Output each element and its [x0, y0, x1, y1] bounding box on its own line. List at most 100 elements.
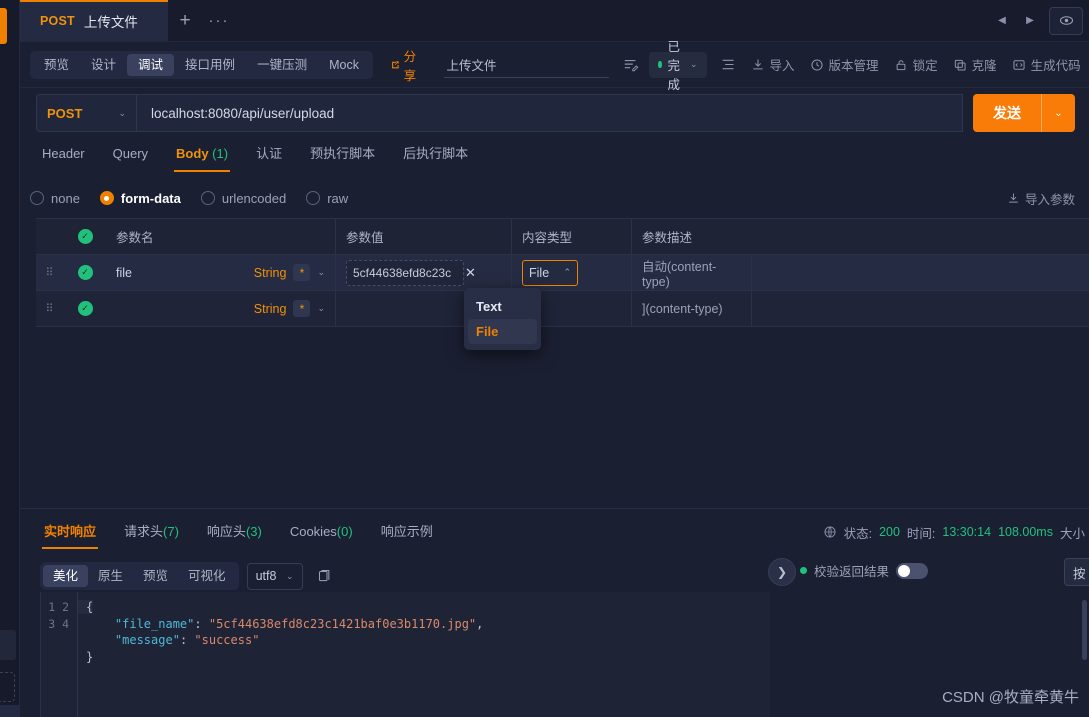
radio-raw[interactable]: raw [306, 191, 348, 206]
press-test-button[interactable]: 按 [1064, 558, 1089, 586]
tab-upload-file[interactable]: POST 上传文件 [20, 0, 168, 41]
copy-response-button[interactable] [317, 569, 332, 584]
nav-prev-button[interactable]: ◀ [990, 6, 1014, 36]
share-label: 分享 [403, 49, 417, 83]
list-view-button[interactable] [721, 57, 736, 72]
url-input[interactable] [149, 104, 950, 122]
chevron-down-icon[interactable]: ⌄ [317, 267, 325, 278]
import-button[interactable]: 导入 [751, 55, 795, 74]
radio-circle-selected-icon [99, 191, 114, 205]
share-button[interactable]: 分享 [391, 46, 421, 84]
format-visualize[interactable]: 可视化 [178, 565, 236, 587]
verify-response-control: 校验返回结果 [800, 561, 929, 580]
tab-pre-script[interactable]: 预执行脚本 [298, 140, 387, 168]
format-preview[interactable]: 预览 [133, 565, 178, 587]
format-raw[interactable]: 原生 [88, 565, 133, 587]
request-url-row: POST ⌄ 发送 ⌄ [36, 94, 1075, 132]
row-data-type: String [253, 301, 287, 316]
row-enabled-checkbox[interactable]: ✓ [77, 265, 93, 280]
response-code-editor[interactable]: 1 2 3 4 { "file_name": "5cf44638efd8c23c… [40, 592, 770, 717]
generate-code-button[interactable]: 生成代码 [1012, 55, 1081, 74]
row-param-name-cell[interactable]: file String * ⌄ [106, 255, 336, 290]
send-options-button[interactable]: ⌄ [1041, 94, 1075, 132]
tab-bar: POST 上传文件 + ··· ◀ ▶ [20, 0, 1089, 42]
seg-preview[interactable]: 预览 [33, 54, 80, 76]
send-button-group[interactable]: 发送 ⌄ [973, 94, 1075, 132]
radio-none[interactable]: none [30, 191, 80, 206]
tab-request-headers[interactable]: 请求头(7) [110, 513, 193, 551]
encoding-select[interactable]: utf8 ⌄ [246, 562, 303, 590]
edit-note-button[interactable] [623, 57, 639, 73]
radio-form-data[interactable]: form-data [99, 191, 181, 206]
globe-icon [824, 526, 836, 538]
seg-mock[interactable]: Mock [318, 54, 370, 76]
row-drag-handle[interactable]: ⠿ [36, 255, 64, 290]
seg-stress-test[interactable]: 一键压测 [246, 54, 318, 76]
row-drag-handle[interactable]: ⠿ [36, 291, 64, 326]
vertical-scrollbar[interactable] [1082, 600, 1087, 660]
row-description-cell[interactable] [752, 291, 1089, 326]
row-content-type: 自动(content-type) [642, 260, 717, 289]
required-toggle[interactable]: * [293, 300, 311, 317]
tab-realtime-response[interactable]: 实时响应 [30, 513, 110, 551]
tab-post-script[interactable]: 后执行脚本 [391, 140, 480, 168]
code-line-1: { [78, 600, 94, 614]
tab-query[interactable]: Query [101, 140, 160, 168]
dropdown-option-text[interactable]: Text [464, 294, 541, 319]
panel-collapse-button[interactable]: ❯ [768, 558, 796, 586]
row-type-controls: String * ⌄ [254, 300, 325, 317]
row-enabled-checkbox[interactable]: ✓ [77, 301, 93, 316]
status-code-value: 200 [879, 525, 900, 539]
format-beautify[interactable]: 美化 [43, 565, 89, 587]
copy-icon [954, 59, 966, 71]
lock-button[interactable]: 锁定 [894, 55, 938, 74]
seg-debug[interactable]: 调试 [127, 53, 175, 76]
tab-response-headers[interactable]: 响应头(3) [193, 513, 276, 551]
required-toggle[interactable]: * [293, 264, 311, 281]
dropdown-option-file[interactable]: File [468, 319, 537, 344]
json-key-file-name: "file_name" [114, 616, 195, 631]
response-duration-value: 108.00ms [998, 525, 1053, 539]
chevron-down-icon: ⌄ [286, 570, 294, 581]
row-param-value-cell: 5cf44638efd8c23c ✕ [336, 255, 512, 290]
nav-next-button[interactable]: ▶ [1018, 6, 1042, 36]
api-name-input[interactable] [444, 51, 610, 78]
seg-design[interactable]: 设计 [80, 54, 127, 76]
clear-value-icon[interactable]: ✕ [465, 265, 476, 281]
tab-cookies[interactable]: Cookies(0) [276, 513, 367, 551]
copy-icon [318, 569, 329, 581]
tab-response-example[interactable]: 响应示例 [367, 513, 447, 551]
value-type-select[interactable]: File ⌃ [522, 259, 578, 286]
lock-label: 锁定 [912, 59, 938, 73]
preview-eye-button[interactable] [1049, 6, 1083, 35]
new-tab-button[interactable]: + [168, 0, 202, 41]
file-value-field[interactable]: 5cf44638efd8c23c [346, 259, 464, 286]
clone-button[interactable]: 克隆 [953, 55, 997, 74]
header-param-name: 参数名 [106, 219, 336, 254]
generate-code-label: 生成代码 [1030, 59, 1081, 73]
url-field-wrapper[interactable] [136, 94, 963, 132]
row-description-cell[interactable] [752, 255, 1089, 290]
row-param-name-cell[interactable]: String * ⌄ [106, 291, 336, 326]
select-all-checkbox[interactable]: ✓ [77, 229, 93, 244]
chevron-down-icon[interactable]: ⌄ [317, 303, 325, 314]
tab-header[interactable]: Header [30, 140, 97, 168]
chevron-down-icon: ⌄ [118, 107, 126, 118]
method-select[interactable]: POST ⌄ [36, 94, 136, 132]
response-json-code[interactable]: { "file_name": "5cf44638efd8c23c1421baf0… [77, 592, 770, 717]
share-icon [392, 61, 399, 69]
radio-urlencoded[interactable]: urlencoded [200, 191, 286, 206]
tab-cookies-label: Cookies [289, 524, 337, 539]
status-dropdown[interactable]: 已完成 ⌄ [649, 40, 707, 92]
header-param-value-label: 参数值 [346, 231, 384, 245]
line-numbers: 1 2 3 4 [48, 600, 69, 631]
verify-toggle[interactable] [896, 562, 929, 579]
tab-more-button[interactable]: ··· [202, 0, 236, 41]
seg-api-case[interactable]: 接口用例 [174, 54, 246, 76]
version-management-button[interactable]: 版本管理 [810, 55, 879, 74]
tab-body[interactable]: Body (1) [164, 140, 240, 172]
send-button[interactable]: 发送 [973, 94, 1041, 132]
import-params-button[interactable]: 导入参数 [1007, 189, 1075, 208]
tab-auth[interactable]: 认证 [244, 140, 294, 168]
response-size-label: 大小 [1059, 526, 1085, 541]
